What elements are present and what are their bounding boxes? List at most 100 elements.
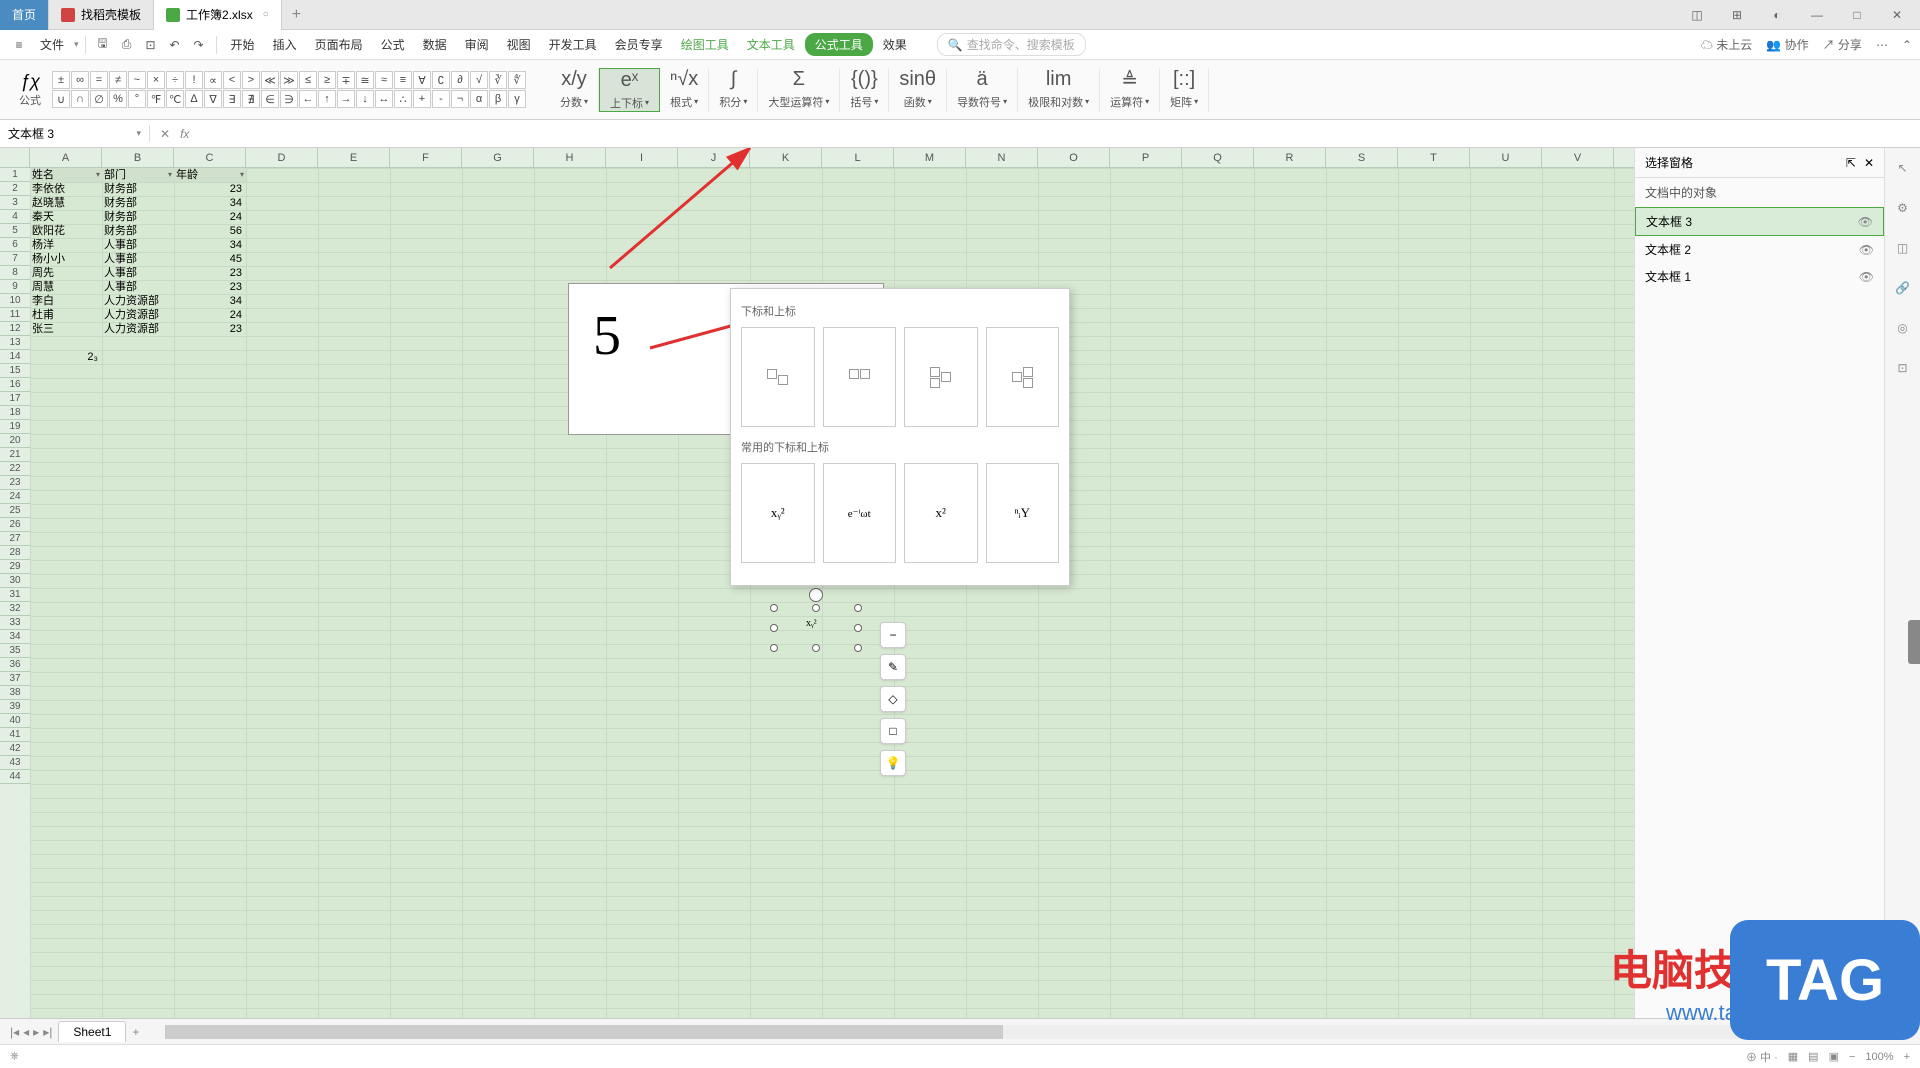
row-header-12[interactable]: 12: [0, 322, 30, 336]
symbol-button[interactable]: =: [90, 71, 108, 89]
col-header-C[interactable]: C: [174, 148, 246, 167]
row-header-15[interactable]: 15: [0, 364, 30, 378]
cells-grid[interactable]: 5 下标和上标 常用的下标和上标 xᵧ² e⁻ⁱωt x²: [30, 168, 1634, 1018]
col-header-S[interactable]: S: [1326, 148, 1398, 167]
data-cell[interactable]: 人力资源部: [102, 294, 174, 308]
menu-dev[interactable]: 开发工具: [541, 32, 605, 57]
col-header-D[interactable]: D: [246, 148, 318, 167]
menu-effects[interactable]: 效果: [875, 32, 915, 57]
symbol-button[interactable]: ≪: [261, 71, 279, 89]
tool-函数[interactable]: sinθ函数 ▾: [889, 68, 947, 112]
row-header-5[interactable]: 5: [0, 224, 30, 238]
menu-formula[interactable]: 公式: [373, 32, 413, 57]
symbol-button[interactable]: ℃: [166, 90, 184, 108]
collapse-ribbon-icon[interactable]: ⌃: [1902, 38, 1912, 52]
float-edit[interactable]: ✎: [880, 654, 906, 680]
col-header-J[interactable]: J: [678, 148, 750, 167]
minimize-button[interactable]: —: [1804, 8, 1830, 22]
symbol-button[interactable]: ←: [299, 90, 317, 108]
data-cell[interactable]: 23: [174, 266, 246, 280]
select-tool-icon[interactable]: ↖: [1893, 158, 1913, 178]
data-cell[interactable]: 财务部: [102, 196, 174, 210]
menu-layout[interactable]: 页面布局: [307, 32, 371, 57]
symbol-button[interactable]: +: [413, 90, 431, 108]
row-header-38[interactable]: 38: [0, 686, 30, 700]
data-cell[interactable]: 周先: [30, 266, 102, 280]
col-header-F[interactable]: F: [390, 148, 462, 167]
tool-括号[interactable]: {()}括号 ▾: [840, 68, 889, 112]
col-header-E[interactable]: E: [318, 148, 390, 167]
col-header-V[interactable]: V: [1542, 148, 1614, 167]
row-header-9[interactable]: 9: [0, 280, 30, 294]
data-cell[interactable]: 24: [174, 308, 246, 322]
symbol-button[interactable]: ≡: [394, 71, 412, 89]
menu-start[interactable]: 开始: [223, 32, 263, 57]
row-header-32[interactable]: 32: [0, 602, 30, 616]
close-pane-icon[interactable]: ✕: [1864, 156, 1874, 170]
col-header-A[interactable]: A: [30, 148, 102, 167]
symbol-button[interactable]: ∪: [52, 90, 70, 108]
redo-icon[interactable]: ↷: [188, 34, 210, 56]
menu-icon[interactable]: ≡: [8, 34, 30, 56]
col-header-P[interactable]: P: [1110, 148, 1182, 167]
tool-大型运算符[interactable]: Σ大型运算符 ▾: [758, 68, 840, 112]
dd-presub-item[interactable]: [986, 327, 1060, 427]
settings-icon[interactable]: ⚙: [1893, 198, 1913, 218]
select-all-corner[interactable]: [0, 148, 30, 167]
row-header-13[interactable]: 13: [0, 336, 30, 350]
symbol-button[interactable]: α: [470, 90, 488, 108]
col-header-R[interactable]: R: [1254, 148, 1326, 167]
row-header-43[interactable]: 43: [0, 756, 30, 770]
print-icon[interactable]: ⎙: [116, 34, 138, 56]
row-header-37[interactable]: 37: [0, 672, 30, 686]
row-header-42[interactable]: 42: [0, 742, 30, 756]
file-menu[interactable]: 文件: [32, 32, 72, 57]
data-cell[interactable]: 杨洋: [30, 238, 102, 252]
symbol-button[interactable]: ∴: [394, 90, 412, 108]
pane-item-3[interactable]: 文本框 1👁: [1635, 263, 1884, 290]
selected-textbox[interactable]: xᵧ²: [770, 604, 862, 652]
col-header-M[interactable]: M: [894, 148, 966, 167]
dd-common-4[interactable]: ⁿᵢY: [986, 463, 1060, 563]
layout-tool-icon[interactable]: ◫: [1893, 238, 1913, 258]
tool-导数符号[interactable]: ä导数符号 ▾: [947, 68, 1018, 112]
data-cell[interactable]: 李依依: [30, 182, 102, 196]
col-header-H[interactable]: H: [534, 148, 606, 167]
menu-member[interactable]: 会员专享: [607, 32, 671, 57]
symbol-button[interactable]: ÷: [166, 71, 184, 89]
search-input[interactable]: 🔍查找命令、搜索模板: [937, 33, 1086, 56]
view-normal-icon[interactable]: ▦: [1788, 1050, 1798, 1063]
link-icon[interactable]: 🔗: [1893, 278, 1913, 298]
row-header-18[interactable]: 18: [0, 406, 30, 420]
data-cell[interactable]: 人事部: [102, 252, 174, 266]
symbol-button[interactable]: γ: [508, 90, 526, 108]
float-idea[interactable]: 💡: [880, 750, 906, 776]
row-header-35[interactable]: 35: [0, 644, 30, 658]
row-header-6[interactable]: 6: [0, 238, 30, 252]
resize-handle[interactable]: [854, 624, 862, 632]
ime-icon[interactable]: ⊕ 中 ·: [1746, 1049, 1778, 1065]
symbol-button[interactable]: ≈: [375, 71, 393, 89]
symbol-button[interactable]: ∈: [261, 90, 279, 108]
row-header-17[interactable]: 17: [0, 392, 30, 406]
symbol-button[interactable]: ∅: [90, 90, 108, 108]
zoom-out-icon[interactable]: −: [1849, 1051, 1855, 1063]
dd-common-2[interactable]: e⁻ⁱωt: [823, 463, 897, 563]
col-header-U[interactable]: U: [1470, 148, 1542, 167]
tool-上下标[interactable]: eˣ上下标 ▾: [599, 68, 660, 112]
cloud-status[interactable]: ☁ 未上云: [1701, 36, 1752, 53]
symbol-button[interactable]: ∋: [280, 90, 298, 108]
data-cell[interactable]: 24: [174, 210, 246, 224]
menu-text-tool[interactable]: 文本工具: [739, 32, 803, 57]
col-header-K[interactable]: K: [750, 148, 822, 167]
data-cell[interactable]: 人事部: [102, 266, 174, 280]
dd-sub-item[interactable]: [741, 327, 815, 427]
tool-运算符[interactable]: ≜运算符 ▾: [1100, 68, 1160, 112]
resize-handle[interactable]: [770, 644, 778, 652]
pin-icon[interactable]: ⇱: [1846, 156, 1856, 170]
symbol-button[interactable]: ℉: [147, 90, 165, 108]
formula-input[interactable]: ✕fx: [150, 127, 1920, 141]
row-header-4[interactable]: 4: [0, 210, 30, 224]
data-cell[interactable]: 杜甫: [30, 308, 102, 322]
float-fill[interactable]: ◇: [880, 686, 906, 712]
